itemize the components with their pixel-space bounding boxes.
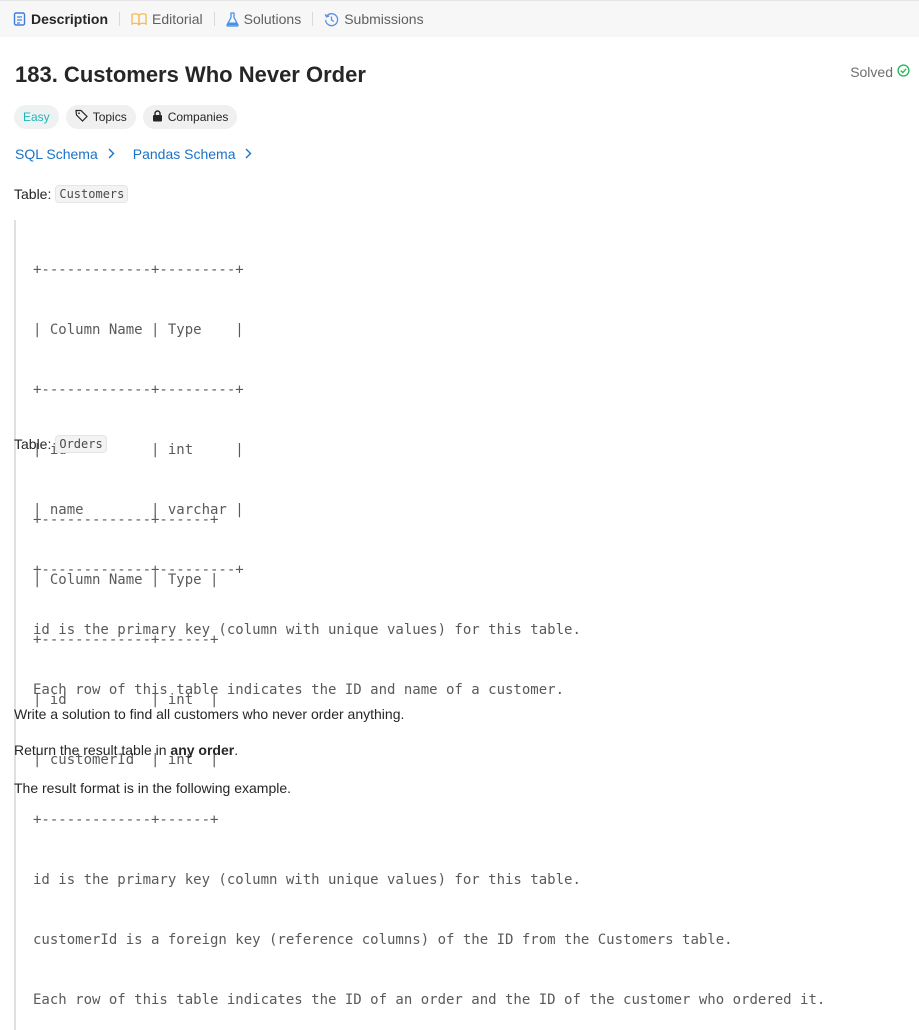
table-label: Table:: [14, 186, 52, 202]
pandas-schema-link[interactable]: Pandas Schema: [133, 146, 253, 162]
tab-label: Editorial: [152, 11, 203, 27]
tab-label: Description: [31, 11, 109, 27]
tab-divider: [119, 12, 121, 26]
tab-description[interactable]: Description: [11, 1, 110, 38]
sql-schema-link[interactable]: SQL Schema: [15, 146, 115, 162]
problem-title: 183. Customers Who Never Order: [15, 62, 366, 87]
companies-button[interactable]: Companies: [142, 105, 238, 129]
table-name: Customers: [55, 185, 129, 203]
code-line: +-------------+---------+: [33, 382, 244, 398]
order-text-suffix: .: [234, 742, 239, 758]
problem-tags: Easy Topics Companies: [14, 105, 238, 129]
format-paragraph: The result format is in the following ex…: [14, 780, 292, 796]
description-icon: [13, 12, 26, 26]
table-label: Table:: [14, 436, 52, 452]
order-paragraph: Return the result table in any order.: [14, 742, 238, 758]
book-icon: [131, 12, 147, 26]
topics-button[interactable]: Topics: [65, 105, 136, 129]
check-circle-icon: [897, 64, 910, 80]
table-name: Orders: [55, 435, 107, 453]
tab-bar: Description Editorial Solutions Submissi…: [0, 0, 919, 37]
code-line: customerId is a foreign key (reference c…: [33, 932, 733, 948]
tab-label: Submissions: [344, 11, 424, 27]
schema-links: SQL Schema Pandas Schema: [15, 146, 252, 162]
task-paragraph: Write a solution to find all customers w…: [14, 706, 405, 722]
tab-editorial[interactable]: Editorial: [129, 1, 205, 38]
customers-table-heading: Table: Customers: [14, 185, 129, 203]
code-line: +-------------+---------+: [33, 262, 244, 278]
companies-label: Companies: [167, 110, 229, 124]
code-line: | Column Name | Type |: [33, 572, 219, 588]
tab-divider: [312, 12, 314, 26]
pandas-schema-label: Pandas Schema: [132, 146, 236, 162]
tab-solutions[interactable]: Solutions: [224, 1, 304, 38]
tab-submissions[interactable]: Submissions: [322, 1, 425, 38]
order-text-bold: any order: [170, 742, 235, 758]
order-text-prefix: Return the result table in: [14, 742, 171, 758]
tab-label: Solutions: [243, 11, 302, 27]
tag-icon: [75, 109, 88, 125]
flask-icon: [225, 11, 239, 27]
code-line: +-------------+------+: [33, 812, 219, 828]
code-line: +-------------+------+: [33, 632, 219, 648]
difficulty-badge: Easy: [14, 105, 59, 129]
topics-label: Topics: [92, 110, 127, 124]
orders-table-heading: Table: Orders: [14, 435, 107, 453]
solved-label: Solved: [850, 64, 893, 80]
tab-divider: [213, 12, 215, 26]
code-line: +-------------+------+: [33, 512, 219, 528]
solved-status: Solved: [850, 64, 910, 80]
code-line: | Column Name | Type |: [33, 322, 244, 338]
history-icon: [324, 12, 339, 27]
code-line: Each row of this table indicates the ID …: [33, 992, 826, 1008]
code-line: | id | int |: [33, 442, 244, 458]
chevron-right-icon: [245, 146, 252, 162]
lock-icon: [152, 109, 163, 125]
chevron-right-icon: [108, 146, 115, 162]
sql-schema-label: SQL Schema: [15, 146, 98, 162]
code-line: id is the primary key (column with uniqu…: [33, 872, 581, 888]
